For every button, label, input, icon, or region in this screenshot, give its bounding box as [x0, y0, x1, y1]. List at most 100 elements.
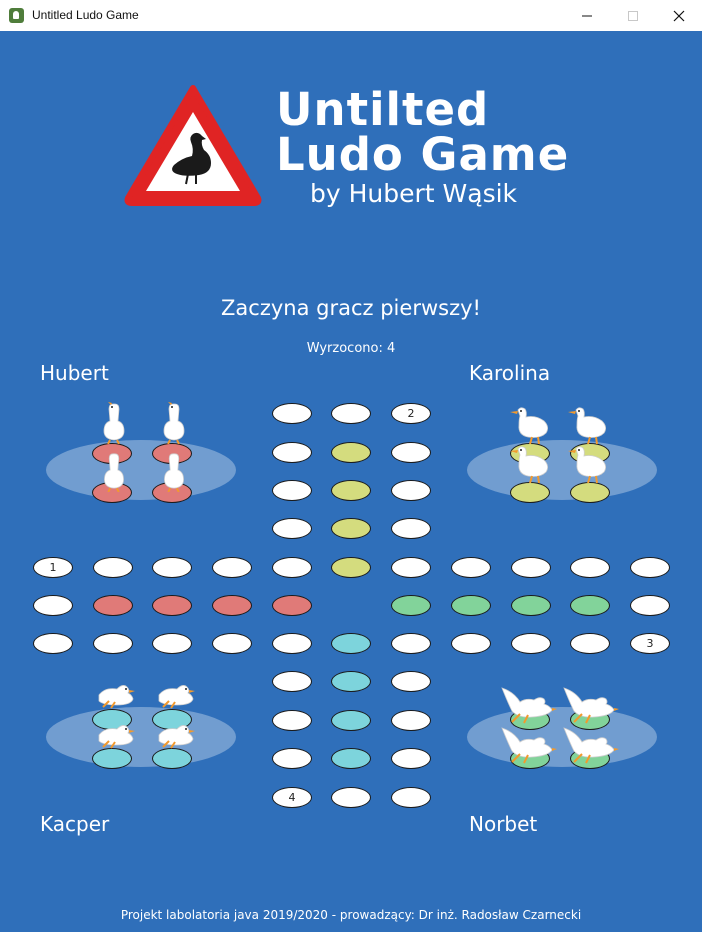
board-field[interactable]	[272, 442, 312, 463]
board-field[interactable]	[391, 633, 431, 654]
goose-piece-yellow[interactable]	[508, 443, 554, 483]
board-field[interactable]	[93, 633, 133, 654]
base-field-yellow[interactable]	[570, 482, 610, 503]
goose-piece-green[interactable]	[500, 684, 558, 724]
close-icon	[673, 10, 685, 21]
board-field[interactable]	[152, 557, 192, 578]
board-field[interactable]	[272, 403, 312, 424]
footer-credits: Projekt labolatoria java 2019/2020 - pro…	[120, 908, 582, 922]
board-field[interactable]	[33, 633, 73, 654]
board-field[interactable]	[331, 787, 371, 808]
home-field-green[interactable]	[451, 595, 491, 616]
goose-piece-cyan[interactable]	[155, 681, 197, 709]
board-field[interactable]	[451, 557, 491, 578]
goose-piece-red[interactable]	[157, 450, 191, 492]
board-field[interactable]	[511, 557, 551, 578]
player-name-top-left: Hubert	[40, 361, 109, 385]
board-field[interactable]	[212, 633, 252, 654]
home-field-green[interactable]	[391, 595, 431, 616]
home-field-cyan[interactable]	[331, 748, 371, 769]
start-field-3[interactable]: 3	[630, 633, 670, 654]
close-button[interactable]	[656, 0, 702, 31]
board-field[interactable]	[272, 710, 312, 731]
logo-title: Untilted Ludo Game by Hubert Wąsik	[276, 87, 569, 211]
base-area-yellow	[467, 440, 657, 500]
board-field[interactable]	[570, 633, 610, 654]
home-field-red[interactable]	[152, 595, 192, 616]
board-field[interactable]	[570, 557, 610, 578]
board-field[interactable]	[391, 710, 431, 731]
home-field-red[interactable]	[272, 595, 312, 616]
goose-piece-red[interactable]	[157, 400, 191, 444]
home-field-cyan[interactable]	[331, 710, 371, 731]
board-field[interactable]	[630, 557, 670, 578]
goose-piece-green[interactable]	[562, 724, 620, 764]
base-area-cyan	[46, 707, 236, 767]
player-name-bottom-left: Kacper	[40, 812, 110, 836]
board-field[interactable]	[272, 633, 312, 654]
window-titlebar: Untitled Ludo Game	[0, 0, 702, 31]
maximize-button[interactable]	[610, 0, 656, 31]
window-title: Untitled Ludo Game	[32, 8, 139, 22]
game-area: Untilted Ludo Game by Hubert Wąsik Zaczy…	[0, 31, 702, 932]
app-icon	[9, 8, 24, 23]
base-field-cyan[interactable]	[152, 748, 192, 769]
board-field[interactable]	[272, 518, 312, 539]
goose-piece-green[interactable]	[562, 684, 620, 724]
home-field-red[interactable]	[212, 595, 252, 616]
home-field-yellow[interactable]	[331, 442, 371, 463]
minimize-button[interactable]	[564, 0, 610, 31]
board-field[interactable]	[272, 557, 312, 578]
player-name-top-right: Karolina	[469, 361, 551, 385]
base-field-yellow[interactable]	[510, 482, 550, 503]
goose-piece-yellow[interactable]	[566, 443, 612, 483]
goose-warning-sign-icon	[124, 85, 262, 206]
board-field[interactable]	[511, 633, 551, 654]
board-field[interactable]	[272, 671, 312, 692]
goose-piece-yellow[interactable]	[508, 404, 554, 444]
board-field[interactable]	[272, 748, 312, 769]
home-field-yellow[interactable]	[331, 480, 371, 501]
board-field[interactable]	[391, 671, 431, 692]
start-field-4[interactable]: 4	[272, 787, 312, 808]
home-field-yellow[interactable]	[331, 518, 371, 539]
board-field[interactable]	[93, 557, 133, 578]
home-field-cyan[interactable]	[331, 633, 371, 654]
base-field-cyan[interactable]	[92, 748, 132, 769]
home-field-cyan[interactable]	[331, 671, 371, 692]
goose-piece-red[interactable]	[97, 400, 131, 444]
minimize-icon	[582, 15, 592, 16]
board-field[interactable]	[391, 518, 431, 539]
goose-piece-yellow[interactable]	[566, 404, 612, 444]
home-field-red[interactable]	[93, 595, 133, 616]
home-field-green[interactable]	[511, 595, 551, 616]
maximize-icon	[628, 10, 638, 21]
logo-author: by Hubert Wąsik	[310, 179, 518, 208]
goose-piece-cyan[interactable]	[155, 721, 197, 749]
goose-piece-green[interactable]	[500, 724, 558, 764]
board-field[interactable]	[451, 633, 491, 654]
board-field[interactable]	[33, 595, 73, 616]
board-field[interactable]	[391, 557, 431, 578]
logo-line-1: Untilted	[276, 83, 490, 136]
home-field-yellow[interactable]	[331, 557, 371, 578]
board-field[interactable]	[212, 557, 252, 578]
board-field[interactable]	[331, 403, 371, 424]
dice-result: Wyrzocono: 4	[306, 341, 396, 356]
goose-piece-cyan[interactable]	[95, 721, 137, 749]
home-field-green[interactable]	[570, 595, 610, 616]
start-field-1[interactable]: 1	[33, 557, 73, 578]
goose-piece-cyan[interactable]	[95, 681, 137, 709]
board-field[interactable]	[152, 633, 192, 654]
logo-line-2: Ludo Game	[276, 128, 570, 181]
board-field[interactable]	[391, 442, 431, 463]
base-area-red	[46, 440, 236, 500]
board-field[interactable]	[630, 595, 670, 616]
goose-piece-red[interactable]	[97, 450, 131, 492]
board-field[interactable]	[391, 748, 431, 769]
start-field-2[interactable]: 2	[391, 403, 431, 424]
board-field[interactable]	[391, 480, 431, 501]
board-field[interactable]	[272, 480, 312, 501]
board-field[interactable]	[391, 787, 431, 808]
player-name-bottom-right: Norbet	[469, 812, 538, 836]
